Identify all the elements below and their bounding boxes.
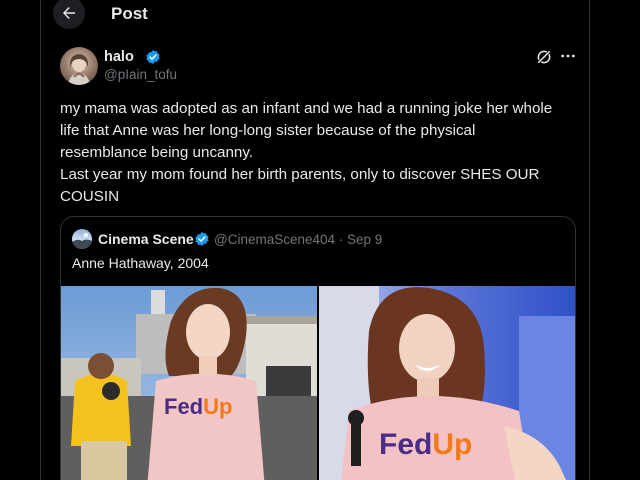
post-text-line: life that Anne was her long-long sister … [60, 122, 476, 139]
header: Post [41, 0, 589, 29]
page-title: Post [111, 4, 148, 23]
post-text-line: resemblance being uncanny. [60, 144, 254, 161]
post-column: Post halo @pIain_tofu my mama was adopte… [40, 0, 590, 480]
display-name[interactable]: halo [104, 49, 134, 65]
verified-badge-icon [146, 50, 160, 64]
quote-text: Anne Hathaway, 2004 [72, 255, 209, 271]
more-icon[interactable] [559, 47, 577, 65]
post-text-line: Last year my mom found her birth parents… [60, 166, 540, 183]
avatar[interactable] [60, 47, 98, 85]
photo-left: FedUp [61, 286, 317, 480]
post-text-line: my mama was adopted as an infant and we … [60, 100, 553, 117]
avatar-image [68, 54, 90, 85]
quote-avatar [72, 229, 92, 249]
media-photo-left[interactable]: FedUp [61, 286, 317, 480]
quote-display-name: Cinema Scene [98, 231, 194, 247]
media-photo-right[interactable]: FedUp [319, 286, 575, 480]
quote-handle-date: @CinemaScene404 · Sep 9 [214, 232, 383, 247]
photo-right: FedUp [319, 286, 575, 480]
handle[interactable]: @pIain_tofu [104, 67, 177, 82]
verified-badge-icon [195, 232, 209, 246]
back-button[interactable] [53, 0, 85, 29]
post-text-line: COUSIN [60, 188, 120, 205]
svg-text:FedUp: FedUp [379, 428, 472, 461]
grok-icon[interactable] [535, 48, 553, 66]
quote-avatar-image [72, 233, 92, 249]
arrow-left-icon [63, 7, 75, 19]
quoted-post[interactable]: Cinema Scene @CinemaScene404 · Sep 9 Ann… [60, 216, 576, 480]
post-text: my mama was adopted as an infant and we … [60, 98, 580, 208]
svg-text:FedUp: FedUp [164, 394, 232, 419]
